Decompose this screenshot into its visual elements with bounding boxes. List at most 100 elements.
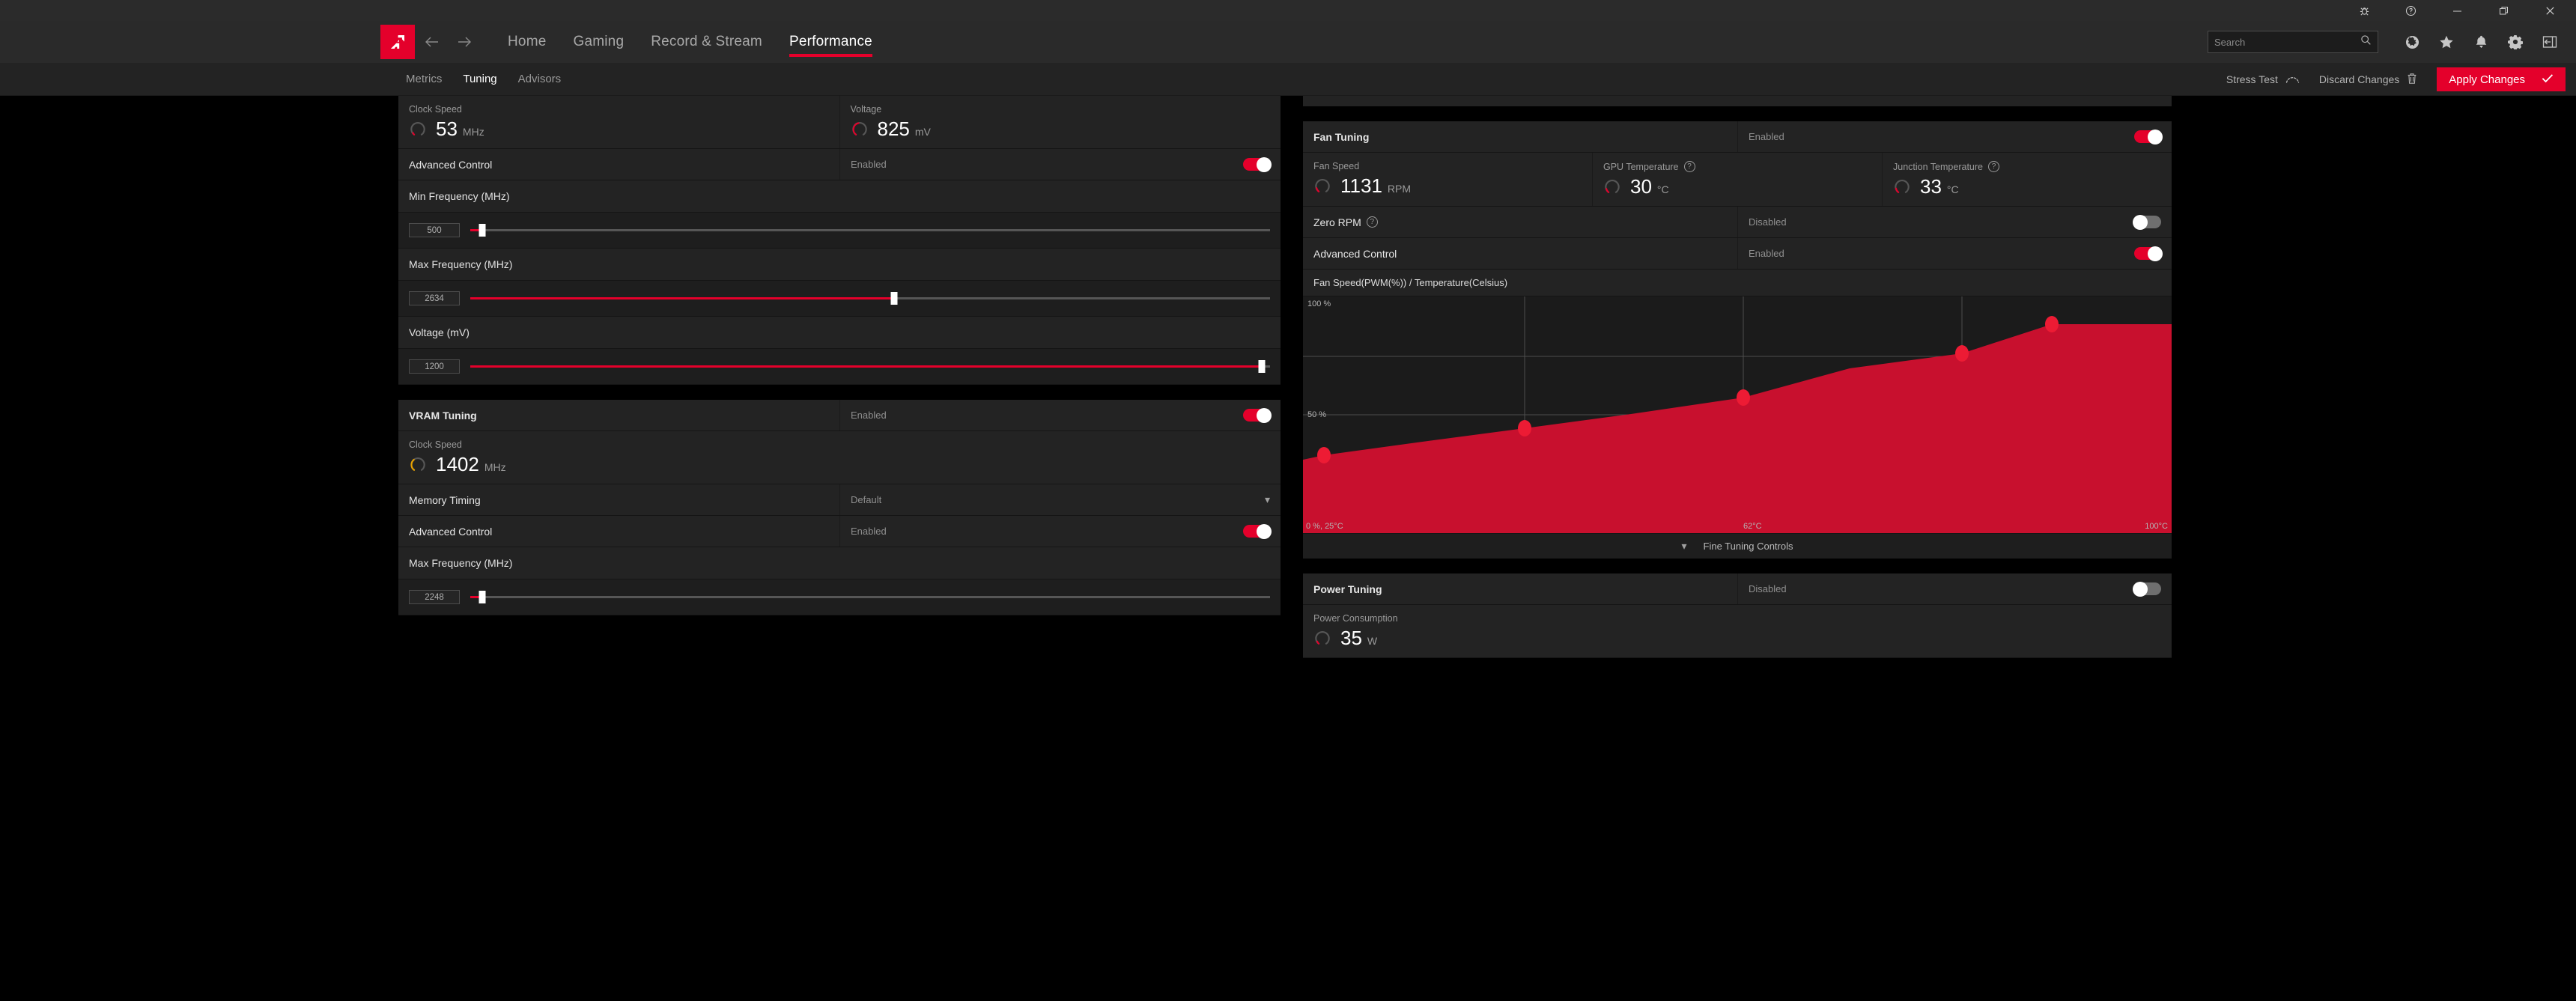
memory-timing-label: Memory Timing [398,484,839,515]
vram-max-frequency-slider-row[interactable]: 2248 [398,579,1281,615]
help-icon[interactable]: ? [1987,161,1999,172]
fan-tuning-title: Fan Tuning [1303,121,1737,152]
vram-advanced-control-toggle[interactable] [1243,523,1272,539]
fan-tuning-toggle[interactable] [2134,129,2163,144]
section-divider [1303,106,2172,121]
bug-report-icon[interactable] [2341,0,2387,21]
fan-advanced-control-row[interactable]: Advanced Control Enabled [1303,238,2172,270]
gauge-icon [1313,177,1331,195]
globe-icon[interactable] [2395,21,2429,63]
power-consumption-unit: W [1367,635,1378,647]
search-icon[interactable] [2360,34,2372,49]
nav-link-performance[interactable]: Performance [776,21,886,63]
vram-tuning-header-row[interactable]: VRAM Tuning Enabled [398,400,1281,431]
vram-tuning-title: VRAM Tuning [398,400,839,430]
vram-advanced-control-label: Advanced Control [398,516,839,547]
vram-tuning-value: Enabled [839,400,1281,430]
gpu-max-frequency-track[interactable] [470,292,1270,305]
main-navbar: Home Gaming Record & Stream Performance [0,21,2576,63]
minimize-button[interactable] [2434,0,2480,21]
amd-logo[interactable] [380,25,415,59]
fan-advanced-control-state: Enabled [1749,248,1784,259]
forward-arrow-icon[interactable] [448,21,481,63]
help-icon[interactable] [2387,0,2434,21]
fine-tuning-controls-label: Fine Tuning Controls [1703,541,1793,552]
gpu-max-frequency-slider-row[interactable]: 2634 [398,281,1281,317]
slider-thumb[interactable] [890,292,898,305]
power-tuning-state: Disabled [1749,583,1787,594]
memory-timing-dropdown[interactable]: Default ▾ [839,484,1281,515]
fine-tuning-controls-button[interactable]: ▾ Fine Tuning Controls [1303,533,2172,559]
gpu-voltage-track[interactable] [470,360,1270,373]
junction-temperature-value: 33 [1920,175,1942,198]
fan-advanced-control-toggle[interactable] [2134,246,2163,261]
slider-thumb[interactable] [479,224,486,237]
fan-tuning-header-row[interactable]: Fan Tuning Enabled [1303,121,2172,153]
zero-rpm-label: Zero RPM [1313,216,1361,228]
sub-navbar: Metrics Tuning Advisors Stress Test Disc… [0,63,2576,96]
check-icon [2542,73,2554,86]
vram-max-frequency-value[interactable]: 2248 [409,590,460,604]
restore-button[interactable] [2480,0,2527,21]
bell-icon[interactable] [2464,21,2498,63]
search-input[interactable] [2214,36,2360,48]
gpu-min-frequency-label: Min Frequency (MHz) [398,180,1281,213]
nav-link-record-stream[interactable]: Record & Stream [637,21,776,63]
apply-changes-button[interactable]: Apply Changes [2437,67,2566,91]
nav-link-gaming[interactable]: Gaming [559,21,637,63]
power-tuning-value: Disabled [1737,573,2172,604]
gpu-max-frequency-label: Max Frequency (MHz) [398,249,1281,281]
chevron-down-icon[interactable]: ▾ [1265,493,1270,506]
gpu-advanced-control-toggle[interactable] [1243,156,1272,172]
apply-changes-label: Apply Changes [2449,73,2525,86]
fan-metrics: Fan Speed 1131 RPM GPU Temperature ? 30 … [1303,153,2172,207]
gpu-max-frequency-value[interactable]: 2634 [409,291,460,305]
vram-clock-speed-label: Clock Speed [409,439,462,450]
nav-link-home[interactable]: Home [494,21,559,63]
stress-test-button[interactable]: Stress Test [2226,73,2300,86]
power-tuning-card: Power Tuning Disabled Power Consumption [1303,573,2172,658]
gpu-clock-speed-value: 53 [436,118,458,140]
nav-right-cluster [2208,21,2567,63]
gpu-voltage-slider-row[interactable]: 1200 [398,349,1281,385]
slider-thumb[interactable] [1258,360,1266,373]
zero-rpm-row[interactable]: Zero RPM ? Disabled [1303,207,2172,238]
memory-timing-row[interactable]: Memory Timing Default ▾ [398,484,1281,516]
gpu-min-frequency-slider-row[interactable]: 500 [398,213,1281,249]
close-button[interactable] [2527,0,2573,21]
slider-thumb[interactable] [479,591,486,603]
discard-changes-button[interactable]: Discard Changes [2319,73,2417,87]
search-box[interactable] [2208,31,2378,53]
vram-advanced-control-row[interactable]: Advanced Control Enabled [398,516,1281,547]
power-consumption-value: 35 [1340,627,1362,649]
fan-advanced-control-value: Enabled [1737,238,2172,269]
tab-tuning[interactable]: Tuning [452,63,507,96]
chart-xtick-start: 0 %, 25°C [1306,522,1343,531]
gpu-advanced-control-row[interactable]: Advanced Control Enabled [398,149,1281,180]
gpu-min-frequency-value[interactable]: 500 [409,223,460,237]
vram-tuning-state: Enabled [851,410,887,421]
sub-tabs: Metrics Tuning Advisors [395,63,571,96]
gpu-voltage-slider-value[interactable]: 1200 [409,359,460,374]
help-icon[interactable]: ? [1366,216,1378,228]
star-icon[interactable] [2429,21,2464,63]
back-arrow-icon[interactable] [415,21,448,63]
tab-advisors[interactable]: Advisors [508,63,572,96]
help-icon[interactable]: ? [1683,161,1695,172]
vram-tuning-toggle[interactable] [1243,407,1272,423]
gear-icon[interactable] [2498,21,2533,63]
gauge-icon [409,456,427,474]
power-tuning-toggle[interactable] [2133,581,2161,597]
fan-curve-chart[interactable]: 100 % 50 % 0 %, 25°C 62°C 100°C [1303,296,2172,533]
power-tuning-title: Power Tuning [1303,573,1737,604]
fan-curve-svg[interactable] [1303,296,2172,533]
tab-metrics[interactable]: Metrics [395,63,452,96]
window-titlebar [0,0,2576,21]
gpu-min-frequency-track[interactable] [470,224,1270,237]
chevron-down-icon: ▾ [1681,540,1687,552]
zero-rpm-toggle[interactable] [2133,214,2161,230]
power-tuning-header-row[interactable]: Power Tuning Disabled [1303,573,2172,605]
collapse-panel-icon[interactable] [2533,21,2567,63]
section-divider [1303,559,2172,573]
vram-max-frequency-track[interactable] [470,591,1270,603]
